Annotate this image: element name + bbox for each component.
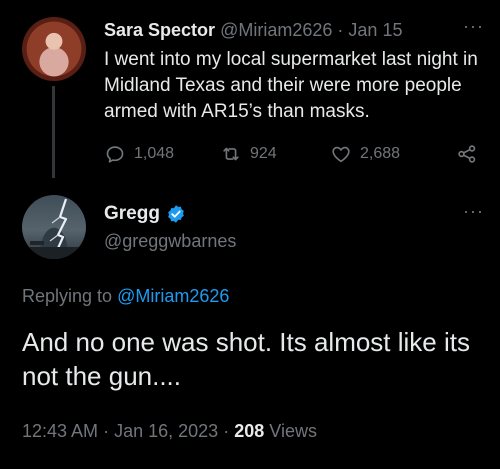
retweet-button[interactable]: 924 <box>220 143 277 165</box>
verified-badge-icon <box>168 205 184 223</box>
tweet-time[interactable]: 12:43 AM <box>22 421 98 441</box>
author-handle[interactable]: @Miriam2626 <box>220 20 332 40</box>
replying-to: Replying to @Miriam2626 <box>22 286 229 307</box>
parent-tweet[interactable]: Sara Spector @Miriam2626 · Jan 15 ··· I … <box>0 0 500 185</box>
reply-button[interactable]: 1,048 <box>104 143 174 165</box>
like-button[interactable]: 2,688 <box>330 143 400 165</box>
author-name-text: Gregg <box>104 203 160 224</box>
reply-icon <box>106 146 124 163</box>
author-name[interactable]: Gregg <box>104 203 186 225</box>
tweet-actions: 1,048 924 2,688 <box>104 143 480 167</box>
separator: · <box>103 421 110 441</box>
separator: · <box>337 20 344 40</box>
tweet-text: And no one was shot. Its almost like its… <box>22 327 470 391</box>
share-icon <box>458 145 476 163</box>
share-button[interactable] <box>456 143 486 165</box>
replying-mention-link[interactable]: @Miriam2626 <box>117 286 229 306</box>
thread-line <box>52 86 55 178</box>
reply-count: 1,048 <box>134 145 175 162</box>
tweet-meta: 12:43 AM · Jan 16, 2023 · 208 Views <box>22 421 317 442</box>
avatar[interactable] <box>22 17 86 81</box>
parent-tweet-header: Sara Spector @Miriam2626 · Jan 15 <box>104 20 402 41</box>
lightning-image <box>22 198 86 259</box>
retweet-count: 924 <box>250 145 277 162</box>
like-icon <box>332 146 350 163</box>
author-handle[interactable]: @greggwbarnes <box>104 231 236 252</box>
views-label: Views <box>269 421 317 441</box>
more-icon[interactable]: ··· <box>463 201 484 222</box>
avatar[interactable] <box>22 195 86 259</box>
separator: · <box>223 421 230 441</box>
views-count: 208 <box>234 421 265 441</box>
author-name[interactable]: Sara Spector <box>104 20 215 40</box>
like-count: 2,688 <box>360 145 401 162</box>
tweet-date[interactable]: Jan 15 <box>348 20 402 40</box>
retweet-icon <box>223 147 239 161</box>
replying-prefix: Replying to <box>22 286 113 306</box>
tweet-date[interactable]: Jan 16, 2023 <box>114 421 218 441</box>
tweet-text: I went into my local supermarket last ni… <box>104 49 478 122</box>
more-icon[interactable]: ··· <box>463 16 484 37</box>
